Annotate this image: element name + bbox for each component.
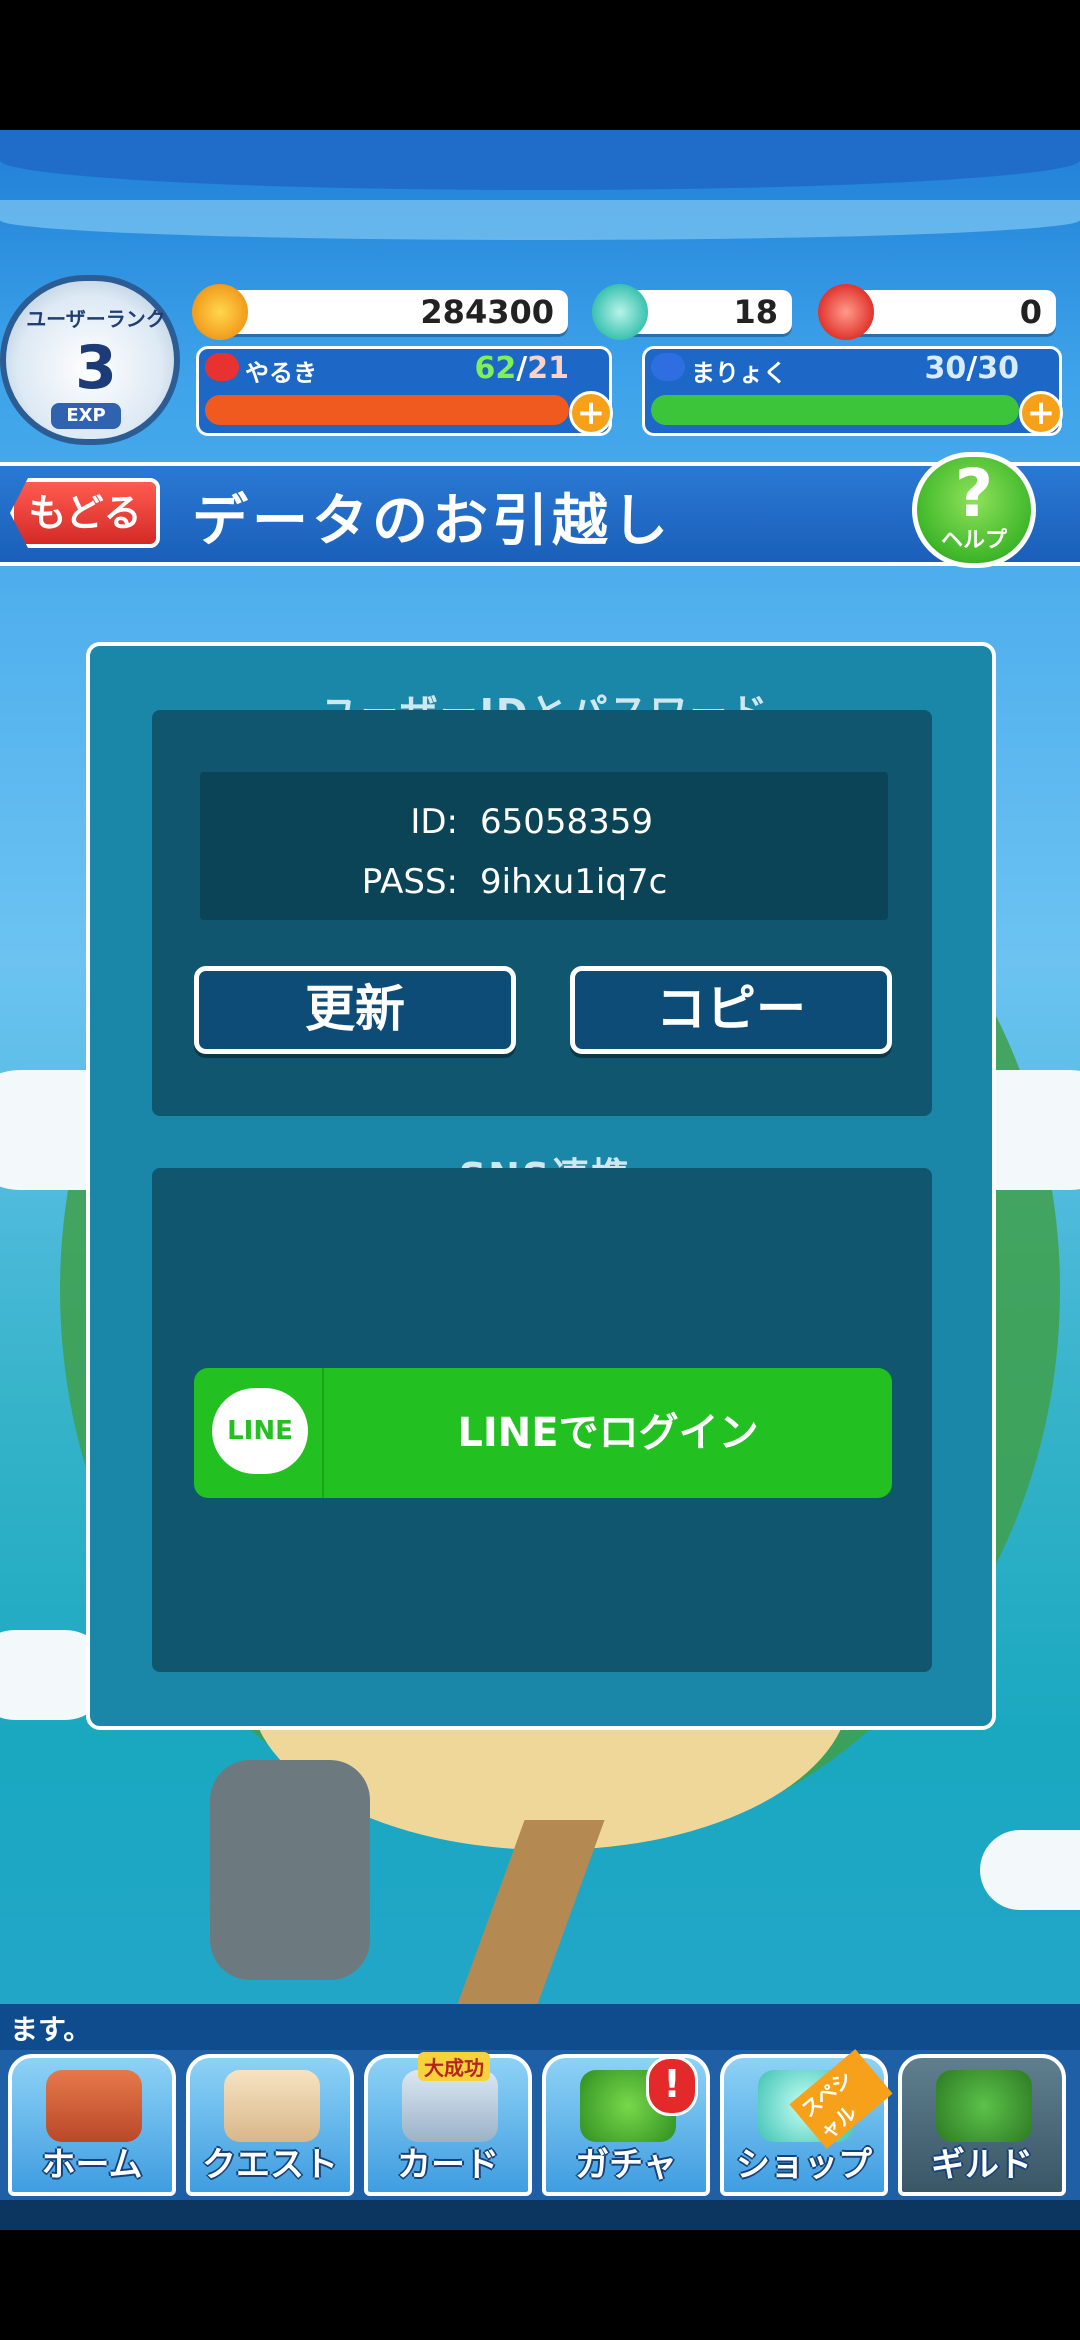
guild-icon [936,2070,1032,2142]
back-button[interactable]: もどる [10,478,160,548]
refresh-button[interactable]: 更新 [194,966,516,1054]
stamina-plus-button[interactable]: + [569,391,613,435]
tab-home[interactable]: ホーム [8,2054,176,2196]
gem-icon [592,284,648,340]
copy-button[interactable]: コピー [570,966,892,1054]
status-bar: ユーザーランク 3 EXP 284300 18 0 やるき 62/21 + まり… [0,270,1080,450]
ticket-value: 0 [1019,293,1042,331]
data-transfer-dialog: ユーザーIDとパスワード ID: 65058359 PASS: 9ihxu1iq… [86,642,996,1730]
credentials-section: ID: 65058359 PASS: 9ihxu1iq7c 更新 コピー [152,710,932,1116]
line-logo-icon: LINE [212,1388,308,1474]
pass-label: PASS: [361,862,458,902]
stamina-label: やるき [245,359,317,387]
mana-max: 30 [977,351,1019,386]
rock [210,1760,370,1980]
tab-quest[interactable]: クエスト [186,2054,354,2196]
tab-quest-label: クエスト [202,2145,338,2185]
stamina-max: 21 [527,351,569,386]
tab-card[interactable]: 大成功 カード [364,2052,532,2196]
stamina-current: 62 [474,351,517,386]
mana-current: 30 [924,351,967,386]
help-button[interactable]: ? ヘルプ [912,452,1036,568]
mana-plus-button[interactable]: + [1019,391,1063,435]
tab-gacha[interactable]: ! ガチャ [542,2054,710,2196]
house-icon [46,2070,142,2142]
line-login-label: LINEでログイン [457,1410,759,1456]
mana-bar [651,395,1019,425]
sky-wave [0,200,1080,240]
exp-label: EXP [51,403,121,429]
nav-footer-strip [0,2200,1080,2230]
sns-section: LINE LINEでログイン [152,1168,932,1672]
mana-value: 30/30 [924,351,1019,386]
tab-guild-label: ギルド [931,2145,1033,2185]
question-mark-icon: ? [954,455,994,532]
news-ticker: ます。 [0,2004,1080,2050]
cloud [980,1830,1080,1910]
coin-icon [192,284,248,340]
page-title: データのお引越し [192,489,672,554]
help-label: ヘルプ [940,528,1007,553]
user-rank-badge[interactable]: ユーザーランク 3 EXP [0,275,180,445]
ticket-counter: 0 [818,284,1056,340]
mana-label: まりょく [691,359,787,387]
line-login-button[interactable]: LINE LINEでログイン [194,1368,892,1498]
credentials-box: ID: 65058359 PASS: 9ihxu1iq7c [200,772,888,920]
tab-guild[interactable]: ギルド [898,2054,1066,2196]
stamina-bar [205,395,569,425]
tab-gacha-label: ガチャ [575,2145,677,2185]
stamina-gauge: やるき 62/21 + [196,346,613,436]
bottom-navigation: ホーム クエスト 大成功 カード ! ガチャ スペシャル ショップ ギルド [0,2049,1080,2200]
gacha-alert-badge: ! [646,2056,698,2116]
user-id-value: 65058359 [480,802,654,842]
puyo-red-icon [205,353,239,381]
coin-counter: 284300 [192,284,568,340]
ticker-text: ます。 [10,2013,92,2046]
rank-label: ユーザーランク [26,307,166,331]
coin-value: 284300 [420,293,554,331]
id-label: ID: [410,802,458,842]
gem-counter: 18 [592,284,792,340]
ticket-icon [818,284,874,340]
tab-home-label: ホーム [41,2145,143,2185]
map-icon [224,2070,320,2142]
mana-gauge: まりょく 30/30 + [642,346,1063,436]
screen-header: もどる データのお引越し ? ヘルプ [0,452,1080,568]
stamina-value: 62/21 [474,351,569,386]
card-ribbon: 大成功 [418,2052,490,2081]
password-value: 9ihxu1iq7c [480,862,668,902]
rank-value: 3 [75,333,117,403]
tab-shop-label: ショップ [736,2145,872,2185]
gem-value: 18 [733,293,778,331]
tab-card-label: カード [397,2145,499,2185]
sky-band [0,130,1080,190]
puyo-blue-icon [651,353,685,381]
tab-shop[interactable]: スペシャル ショップ [720,2049,893,2196]
